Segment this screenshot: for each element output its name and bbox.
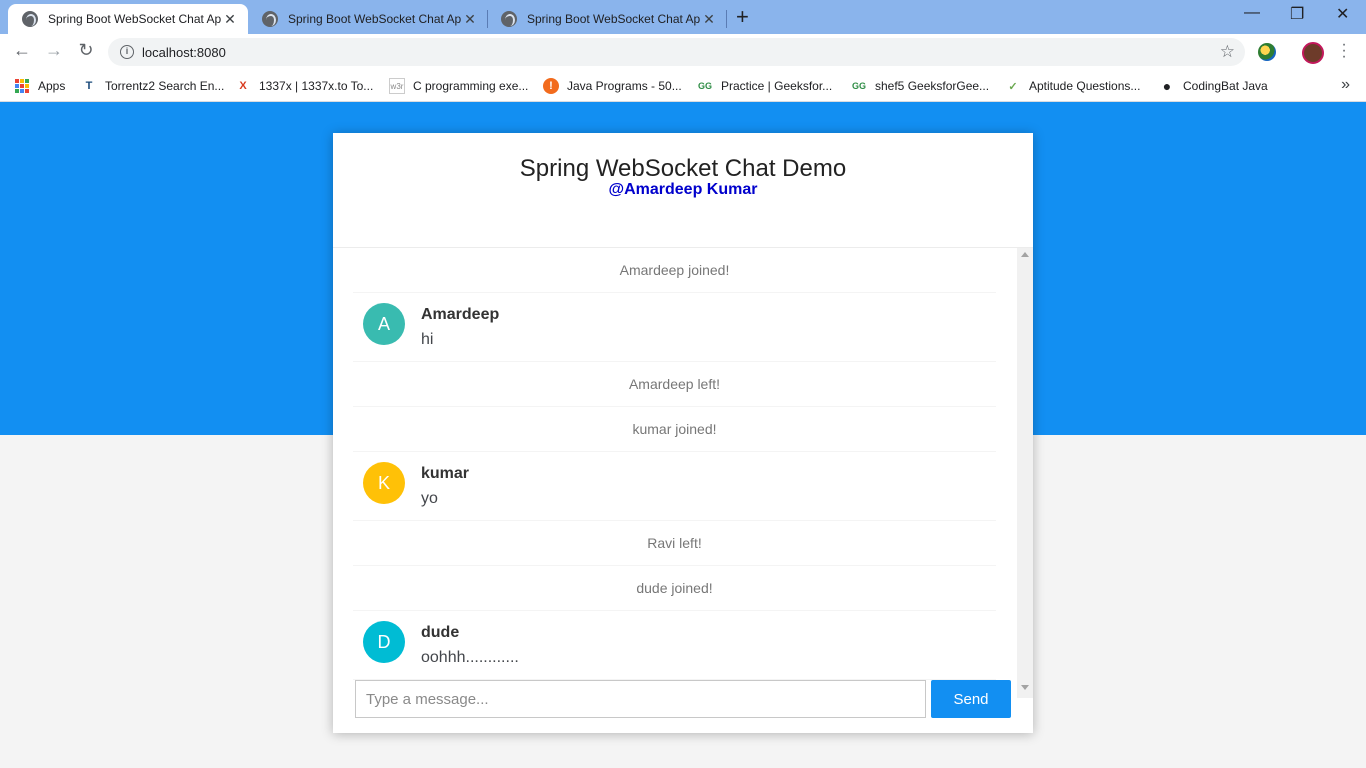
- tab-strip: Spring Boot WebSocket Chat App ✕ Spring …: [0, 0, 1366, 34]
- menu-icon[interactable]: · · ·: [1340, 37, 1348, 65]
- extension-icon[interactable]: [1258, 43, 1276, 61]
- event-message: Amardeep left!: [353, 362, 996, 407]
- tab-title: Spring Boot WebSocket Chat App: [48, 12, 222, 26]
- chat-message: A Amardeep hi: [353, 293, 996, 362]
- new-tab-button[interactable]: +: [736, 6, 749, 28]
- tab-title: Spring Boot WebSocket Chat App: [288, 12, 462, 26]
- bookmark-apps[interactable]: Apps: [14, 77, 65, 95]
- browser-toolbar: ← → ↻ i localhost:8080 ☆: [0, 34, 1366, 70]
- bookmark-aptitude[interactable]: ✓ Aptitude Questions...: [1005, 77, 1140, 95]
- tab-1[interactable]: Spring Boot WebSocket Chat App ✕: [8, 4, 248, 34]
- bookmark-label: Aptitude Questions...: [1029, 79, 1141, 93]
- message-text: yo: [421, 490, 438, 507]
- sender-name: dude: [421, 624, 460, 641]
- more-bookmarks-icon[interactable]: »: [1341, 76, 1350, 94]
- bookmark-label: Apps: [38, 79, 66, 93]
- bookmark-codingbat[interactable]: ● CodingBat Java: [1159, 77, 1268, 95]
- page-subtitle: @Amardeep Kumar: [608, 181, 758, 198]
- bookmark-label: Java Programs - 50...: [567, 79, 682, 93]
- bookmark-label: C programming exe...: [413, 79, 529, 93]
- avatar: K: [363, 462, 405, 504]
- close-tab-icon[interactable]: ✕: [462, 11, 478, 28]
- bookmark-star-icon[interactable]: ☆: [1220, 42, 1235, 62]
- profile-avatar[interactable]: [1302, 42, 1324, 64]
- chat-page: Spring WebSocket Chat Demo @Amardeep Kum…: [333, 133, 1033, 733]
- bookmark-label: 1337x | 1337x.to To...: [259, 79, 374, 93]
- tab-divider: [726, 10, 727, 28]
- leaf-icon: ✓: [1008, 80, 1018, 93]
- message-text: oohhh............: [421, 649, 519, 666]
- avatar: D: [363, 621, 405, 663]
- apps-grid-icon: [14, 78, 30, 94]
- event-message: Amardeep joined!: [353, 248, 996, 293]
- globe-icon: [22, 11, 38, 27]
- close-tab-icon[interactable]: ✕: [701, 11, 717, 28]
- tab-title: Spring Boot WebSocket Chat App: [527, 12, 701, 26]
- bookmark-java-programs[interactable]: ! Java Programs - 50...: [543, 77, 682, 95]
- info-orange-icon: !: [543, 78, 559, 94]
- gfg-icon: GG: [697, 81, 712, 91]
- w3r-icon: w3r: [389, 78, 405, 94]
- message-list: Amardeep joined! A Amardeep hi Amardeep …: [353, 248, 996, 680]
- globe-icon: [501, 11, 517, 27]
- avatar: A: [363, 303, 405, 345]
- site-info-icon[interactable]: i: [120, 45, 134, 59]
- sender-name: kumar: [421, 465, 470, 482]
- scroll-up-arrow-icon[interactable]: [1021, 252, 1029, 257]
- tab-2[interactable]: Spring Boot WebSocket Chat App ✕: [248, 4, 488, 34]
- address-bar[interactable]: i localhost:8080 ☆: [108, 38, 1245, 66]
- bookmark-c-programming[interactable]: w3r C programming exe...: [389, 77, 528, 95]
- forward-button[interactable]: →: [42, 40, 66, 61]
- chat-header: Spring WebSocket Chat Demo @Amardeep Kum…: [333, 133, 1033, 248]
- message-area[interactable]: Amardeep joined! A Amardeep hi Amardeep …: [333, 248, 1033, 683]
- chat-message: K kumar yo: [353, 452, 996, 521]
- back-button[interactable]: ←: [10, 40, 34, 61]
- event-message: dude joined!: [353, 566, 996, 611]
- globe-icon: [262, 11, 278, 27]
- message-input[interactable]: [355, 680, 926, 718]
- message-scrollbar[interactable]: [1017, 248, 1033, 698]
- bookmark-label: Practice | Geeksfor...: [721, 79, 833, 93]
- x-logo-icon: X: [239, 80, 247, 92]
- bookmark-label: shef5 GeeksforGee...: [875, 79, 990, 93]
- bookmark-label: CodingBat Java: [1183, 79, 1268, 93]
- reload-button[interactable]: ↻: [74, 40, 98, 61]
- page-title: Spring WebSocket Chat Demo: [519, 155, 847, 182]
- gfg-icon: GG: [851, 81, 866, 91]
- tab-3[interactable]: Spring Boot WebSocket Chat App ✕: [487, 4, 727, 34]
- scroll-down-arrow-icon[interactable]: [1021, 685, 1029, 690]
- bookmark-torrentz[interactable]: T Torrentz2 Search En...: [81, 77, 225, 95]
- bookmark-1337x[interactable]: X 1337x | 1337x.to To...: [235, 77, 373, 95]
- bookmark-gfg-practice[interactable]: GG Practice | Geeksfor...: [697, 77, 832, 95]
- minimize-button[interactable]: —: [1244, 4, 1260, 22]
- bookmark-label: Torrentz2 Search En...: [105, 79, 225, 93]
- close-tab-icon[interactable]: ✕: [222, 11, 238, 28]
- torrentz-icon: T: [85, 80, 93, 92]
- bookmark-gfg-shef5[interactable]: GG shef5 GeeksforGee...: [851, 77, 989, 95]
- url-text[interactable]: localhost:8080: [142, 45, 226, 60]
- restore-button[interactable]: ❐: [1290, 4, 1304, 24]
- globe-icon: ●: [1162, 78, 1172, 94]
- sender-name: Amardeep: [421, 306, 500, 323]
- chat-message: D dude oohhh............: [353, 611, 996, 680]
- send-button[interactable]: Send: [931, 680, 1011, 718]
- bookmarks-bar: Apps T Torrentz2 Search En... X 1337x | …: [0, 70, 1366, 102]
- message-text: hi: [421, 331, 434, 348]
- event-message: kumar joined!: [353, 407, 996, 452]
- event-message: Ravi left!: [353, 521, 996, 566]
- close-window-button[interactable]: ✕: [1336, 4, 1349, 24]
